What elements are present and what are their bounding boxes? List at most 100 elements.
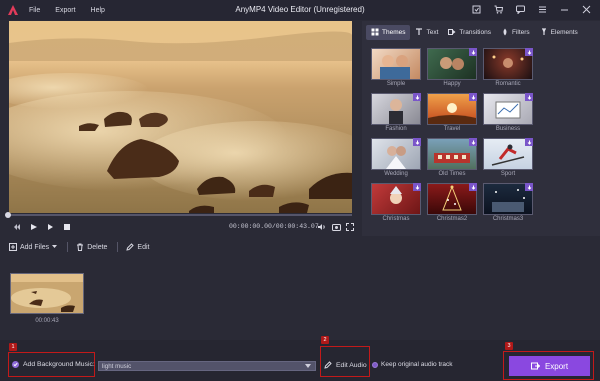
checkbox-checked-icon[interactable] xyxy=(12,361,19,368)
video-progress-track[interactable] xyxy=(9,214,352,216)
theme-label: Business xyxy=(495,126,521,132)
menu-icon[interactable] xyxy=(537,4,548,15)
theme-christmas2[interactable]: Christmas2 xyxy=(427,183,477,228)
tab-text[interactable]: Text xyxy=(410,25,443,40)
download-icon[interactable] xyxy=(469,48,477,56)
theme-sport[interactable]: Sport xyxy=(483,138,533,183)
export-button[interactable]: Export xyxy=(509,356,590,376)
theme-label: Romantic xyxy=(495,81,521,87)
feedback-icon[interactable] xyxy=(515,4,526,15)
stop-icon[interactable] xyxy=(62,222,72,232)
download-icon[interactable] xyxy=(525,138,533,146)
timecode: 00:00:00.00/00:00:43.07 xyxy=(229,223,319,230)
video-preview[interactable] xyxy=(9,21,352,213)
menu-help[interactable]: Help xyxy=(91,7,105,14)
menu-file[interactable]: File xyxy=(29,7,40,14)
theme-wedding[interactable]: Wedding xyxy=(371,138,421,183)
theme-business[interactable]: Business xyxy=(483,93,533,138)
theme-label: Christmas3 xyxy=(492,216,524,222)
toolbar-divider xyxy=(117,242,119,252)
themes-icon xyxy=(371,28,379,36)
chevron-down-icon xyxy=(305,364,311,368)
play-icon[interactable] xyxy=(29,222,39,232)
file-toolbar: Add Files Delete Edit xyxy=(9,240,159,254)
trash-icon xyxy=(77,243,84,251)
keep-original-label: Keep original audio track xyxy=(381,361,453,368)
download-icon[interactable] xyxy=(469,138,477,146)
delete-button[interactable]: Delete xyxy=(76,243,107,251)
download-icon[interactable] xyxy=(413,138,421,146)
tab-transitions[interactable]: Transitions xyxy=(443,25,496,40)
title-bar: File Export Help AnyMP4 Video Editor (Un… xyxy=(0,0,600,20)
theme-romantic[interactable]: Romantic xyxy=(483,48,533,93)
theme-travel[interactable]: Travel xyxy=(427,93,477,138)
download-icon[interactable] xyxy=(525,93,533,101)
music-select[interactable]: light music xyxy=(98,361,316,371)
export-label: Export xyxy=(544,361,569,371)
tab-themes-label: Themes xyxy=(382,28,406,36)
player-controls: 00:00:00.00/00:00:43.07 xyxy=(0,218,360,236)
download-icon[interactable] xyxy=(525,183,533,191)
edit-button[interactable]: Edit xyxy=(126,243,149,251)
minimize-icon[interactable] xyxy=(559,4,570,15)
play-next-icon[interactable] xyxy=(46,222,56,232)
previous-frame-icon[interactable] xyxy=(12,222,22,232)
download-icon[interactable] xyxy=(413,183,421,191)
chevron-down-icon[interactable] xyxy=(52,245,58,249)
volume-icon[interactable] xyxy=(316,222,326,232)
theme-christmas[interactable]: Christmas xyxy=(371,183,421,228)
step-badge: 1 xyxy=(9,343,17,351)
download-icon[interactable] xyxy=(413,93,421,101)
elements-icon xyxy=(541,28,546,35)
transitions-icon xyxy=(448,29,456,35)
filters-icon xyxy=(503,28,507,36)
text-icon xyxy=(416,28,423,35)
tab-elements-label: Elements xyxy=(550,28,578,36)
theme-thumbnail xyxy=(371,48,421,80)
theme-label: Fashion xyxy=(385,126,407,132)
app-logo-icon xyxy=(8,5,18,15)
theme-label: Old Times xyxy=(438,171,466,177)
tab-elements[interactable]: Elements xyxy=(535,25,583,40)
add-background-music-toggle[interactable]: Add Background Music: xyxy=(12,361,95,368)
themes-grid: Simple Happy Romantic Fashion Travel Bus… xyxy=(371,48,533,228)
add-files-button[interactable]: Add Files xyxy=(9,243,58,251)
delete-label: Delete xyxy=(87,243,108,251)
tab-text-label: Text xyxy=(426,28,439,36)
download-icon[interactable] xyxy=(469,93,477,101)
theme-label: Christmas2 xyxy=(436,216,468,222)
fullscreen-icon[interactable] xyxy=(345,222,355,232)
tab-filters-label: Filters xyxy=(511,28,530,36)
effects-panel: Themes Text Transitions Filters Elements… xyxy=(362,21,600,236)
download-icon[interactable] xyxy=(469,183,477,191)
theme-christmas3[interactable]: Christmas3 xyxy=(483,183,533,228)
tab-transitions-label: Transitions xyxy=(459,28,491,36)
clip-duration: 00:00:43 xyxy=(35,318,59,324)
tab-filters[interactable]: Filters xyxy=(496,25,535,40)
step-badge: 3 xyxy=(505,342,513,350)
download-icon[interactable] xyxy=(525,48,533,56)
snapshot-icon[interactable] xyxy=(331,222,341,232)
edit-audio-label: Edit Audio xyxy=(336,361,367,369)
edit-label: Edit xyxy=(137,243,150,251)
theme-label: Wedding xyxy=(384,171,408,177)
radio-checked-icon[interactable] xyxy=(372,361,378,368)
effects-tabs: Themes Text Transitions Filters Elements xyxy=(366,24,598,40)
theme-fashion[interactable]: Fashion xyxy=(371,93,421,138)
theme-label: Travel xyxy=(443,126,461,132)
edit-audio-button[interactable]: Edit Audio xyxy=(324,361,367,369)
cart-icon[interactable] xyxy=(493,4,504,15)
theme-old-times[interactable]: Old Times xyxy=(427,138,477,183)
add-files-label: Add Files xyxy=(20,243,50,251)
register-icon[interactable] xyxy=(471,4,482,15)
tab-themes[interactable]: Themes xyxy=(366,24,411,40)
theme-label: Sport xyxy=(500,171,516,177)
theme-simple[interactable]: Simple xyxy=(371,48,421,93)
export-icon xyxy=(530,362,540,370)
menu-export[interactable]: Export xyxy=(55,7,75,14)
timeline-clip[interactable] xyxy=(10,273,84,314)
theme-happy[interactable]: Happy xyxy=(427,48,477,93)
close-icon[interactable] xyxy=(581,4,592,15)
keep-original-audio-toggle[interactable]: Keep original audio track xyxy=(372,361,453,368)
add-bgm-label: Add Background Music: xyxy=(23,361,95,368)
